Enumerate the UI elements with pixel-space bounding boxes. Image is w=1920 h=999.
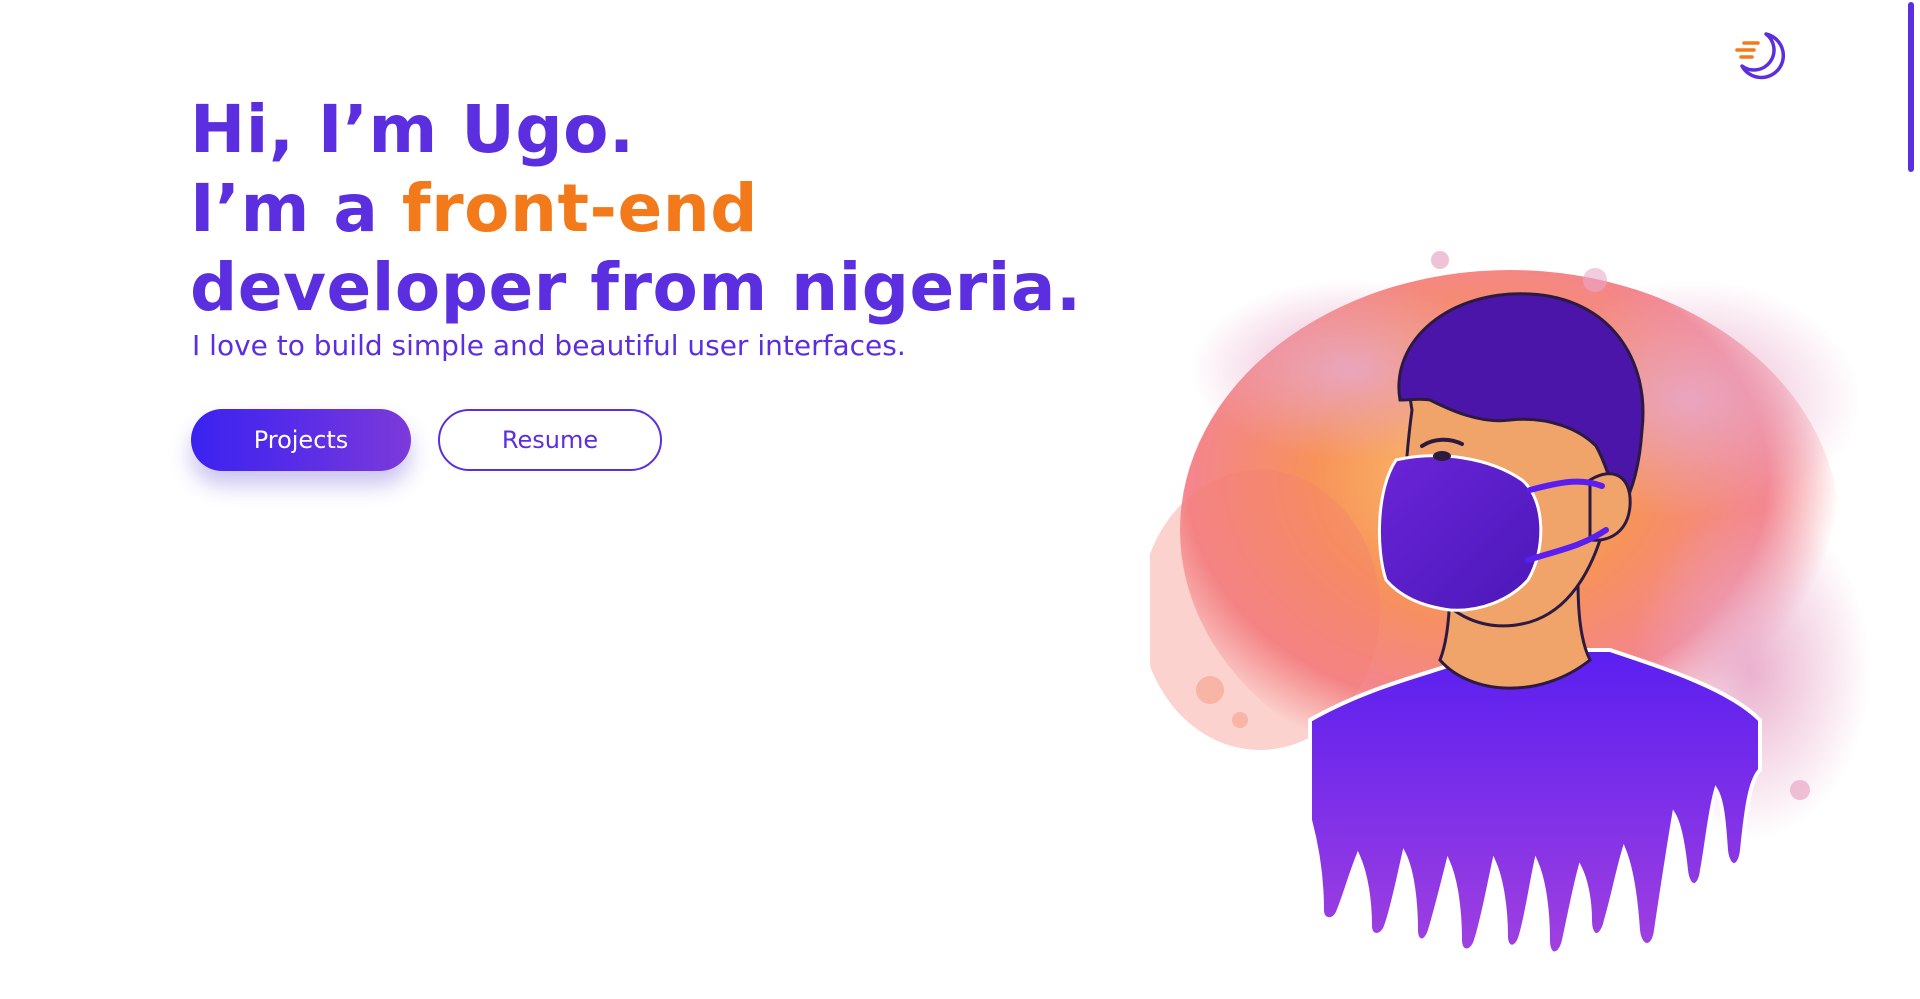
projects-button[interactable]: Projects	[191, 409, 411, 471]
hero-headline: Hi, I’m Ugo. I’m a front-end developer f…	[190, 90, 1090, 327]
intro-prefix: I’m a	[190, 170, 402, 247]
site-logo-icon[interactable]	[1732, 28, 1788, 84]
landing-page: Hi, I’m Ugo. I’m a front-end developer f…	[0, 0, 1920, 999]
scroll-indicator[interactable]	[1908, 2, 1914, 172]
masked-developer-illustration	[1150, 251, 1870, 956]
hero-tagline: I love to build simple and beautiful use…	[192, 329, 906, 362]
intro-line: I’m a front-end	[190, 169, 1090, 248]
resume-button[interactable]: Resume	[438, 409, 662, 471]
greeting-line: Hi, I’m Ugo.	[190, 91, 635, 168]
hero-actions: Projects Resume	[191, 409, 662, 471]
intro-highlight: front-end	[401, 170, 758, 247]
hero-section: Hi, I’m Ugo. I’m a front-end developer f…	[190, 90, 1090, 362]
intro-suffix-line: developer from nigeria.	[190, 249, 1082, 326]
